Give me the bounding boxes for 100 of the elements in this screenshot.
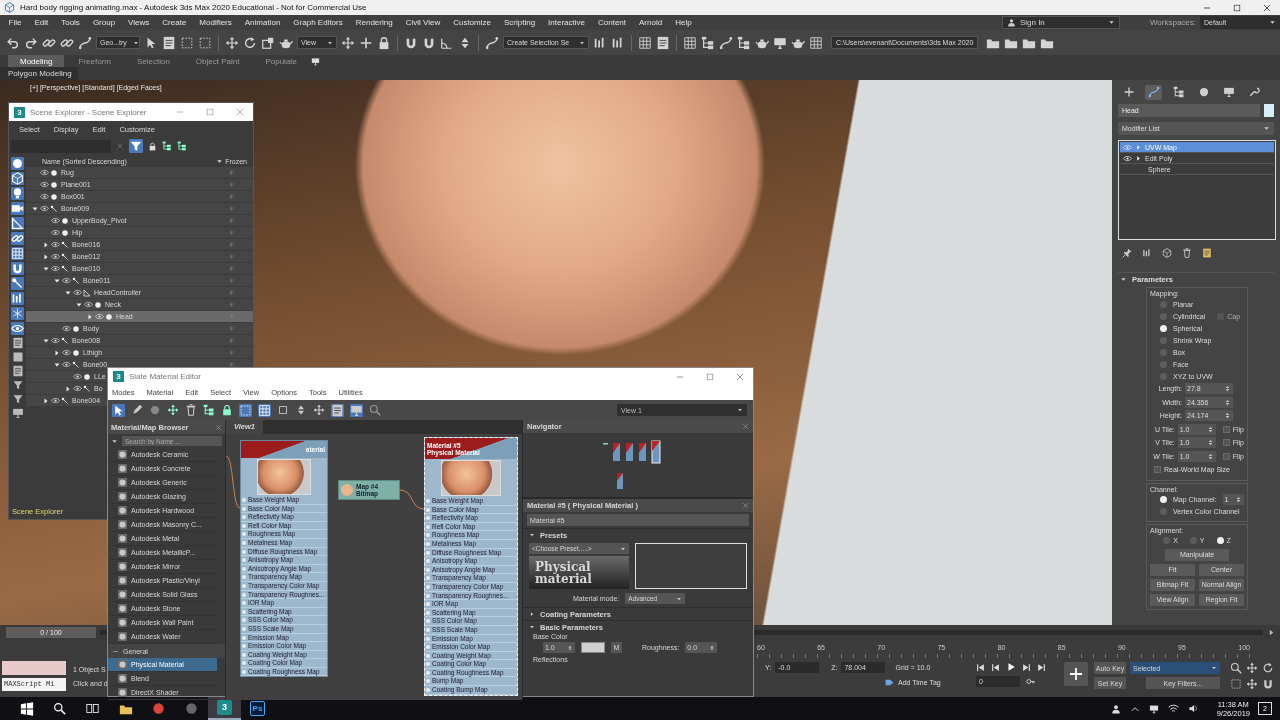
scale-icon[interactable]	[261, 35, 275, 50]
eye-icon[interactable]	[73, 288, 82, 297]
set-key-button[interactable]	[1064, 662, 1088, 686]
snowflake-icon[interactable]	[11, 307, 24, 320]
wifi-icon[interactable]	[1167, 703, 1179, 714]
rotate-icon[interactable]	[243, 35, 257, 50]
menu-item[interactable]: Graph Editors	[286, 18, 350, 27]
square-icon[interactable]	[1230, 678, 1242, 690]
checkbox[interactable]	[1222, 425, 1230, 433]
radio-button[interactable]	[1216, 537, 1224, 544]
triangle-right-icon[interactable]	[1267, 628, 1276, 637]
radio-button[interactable]	[1160, 348, 1167, 356]
bar-chart-icon[interactable]	[1142, 248, 1152, 258]
eye-icon[interactable]	[11, 322, 24, 335]
curve-icon[interactable]	[78, 35, 92, 50]
ribbon-tab[interactable]: Populate	[253, 55, 309, 67]
grid-icon[interactable]	[683, 35, 697, 50]
pin-icon[interactable]	[1122, 248, 1132, 258]
object-color-swatch[interactable]	[1264, 104, 1274, 117]
radio-button[interactable]	[1160, 300, 1167, 308]
monitor-icon[interactable]	[1148, 703, 1159, 714]
app-icon[interactable]: Ps	[250, 701, 265, 716]
circle-icon[interactable]	[151, 701, 166, 716]
lock-icon[interactable]	[221, 404, 233, 416]
funnel-icon[interactable]	[11, 393, 24, 405]
magnet-icon[interactable]	[1262, 678, 1274, 690]
color-swatch[interactable]	[581, 642, 605, 653]
bar-chart-icon[interactable]	[593, 35, 607, 50]
radio-button[interactable]	[1163, 537, 1171, 544]
eye-icon[interactable]	[84, 300, 93, 309]
trash-icon[interactable]	[1182, 248, 1192, 258]
lock-icon[interactable]	[377, 35, 391, 50]
eye-icon[interactable]	[51, 240, 60, 249]
dashed-square-icon[interactable]	[198, 35, 212, 50]
maximize-icon[interactable]	[1232, 2, 1242, 13]
eye-icon[interactable]	[73, 372, 82, 381]
ribbon-tab[interactable]: Modeling	[8, 55, 65, 67]
monitor-icon[interactable]	[773, 35, 787, 50]
chain-link-icon[interactable]	[11, 232, 24, 245]
menu-item[interactable]: Customize	[446, 18, 498, 27]
triangle-right-icon[interactable]	[42, 252, 50, 261]
eye-icon[interactable]	[40, 180, 49, 189]
triangle-right-icon[interactable]	[42, 240, 50, 249]
menu-item[interactable]: Scripting	[497, 18, 542, 27]
redo-icon[interactable]	[24, 35, 38, 50]
ribbon-tab[interactable]: Selection	[124, 55, 182, 67]
hierarchy-icon[interactable]	[737, 35, 751, 50]
checkbox[interactable]	[1222, 439, 1230, 447]
search-icon[interactable]	[53, 702, 66, 715]
eye-icon[interactable]	[62, 348, 71, 357]
menu-item[interactable]: Civil View	[399, 18, 447, 27]
hierarchy-icon[interactable]	[701, 35, 715, 50]
square-icon[interactable]	[239, 403, 252, 417]
square-icon[interactable]	[277, 404, 289, 416]
curve-icon[interactable]	[719, 35, 733, 50]
magnet-icon[interactable]	[11, 262, 24, 275]
checkbox[interactable]	[1222, 452, 1230, 460]
eye-icon[interactable]	[40, 168, 49, 177]
menu-item[interactable]: Animation	[238, 18, 287, 27]
menu-item[interactable]: Rendering	[349, 18, 400, 27]
eye-icon[interactable]	[62, 324, 71, 333]
move-icon[interactable]	[225, 35, 239, 50]
menu-item[interactable]: Arnold	[632, 18, 669, 27]
menu-item[interactable]: Edit	[27, 18, 55, 27]
list-icon[interactable]	[331, 403, 344, 417]
radio-button[interactable]	[1160, 360, 1167, 368]
preset-list[interactable]	[635, 543, 747, 589]
hierarchy-icon[interactable]	[203, 404, 215, 416]
menu-item[interactable]: Interactive	[541, 18, 592, 27]
curve-icon[interactable]	[485, 35, 499, 50]
sign-in-dropdown[interactable]: Sign In	[1001, 16, 1120, 29]
list-icon[interactable]	[1202, 248, 1212, 258]
checkbox[interactable]	[1154, 466, 1161, 474]
go-to-end-icon[interactable]	[1037, 662, 1046, 672]
undo-icon[interactable]	[6, 35, 20, 50]
lock-icon[interactable]	[148, 141, 157, 151]
menu-item[interactable]: File	[2, 18, 28, 27]
list-icon[interactable]	[11, 337, 24, 349]
menu-item[interactable]: Group	[86, 18, 122, 27]
eye-icon[interactable]	[51, 264, 60, 273]
eye-icon[interactable]	[40, 192, 49, 201]
camera-icon[interactable]	[11, 202, 24, 215]
menu-item[interactable]: Content	[591, 18, 633, 27]
menu-item[interactable]: Modifiers	[192, 18, 239, 27]
radio-button[interactable]	[1160, 312, 1167, 320]
move-icon[interactable]	[167, 404, 179, 416]
circle-icon[interactable]	[11, 157, 24, 170]
go-to-start-icon[interactable]	[976, 662, 985, 672]
list-icon[interactable]	[656, 35, 670, 50]
rotate-icon[interactable]	[1262, 662, 1274, 674]
previous-frame-icon[interactable]	[991, 662, 1000, 672]
hierarchy-icon[interactable]	[162, 141, 172, 151]
dashed-square-icon[interactable]	[180, 35, 194, 50]
menu-item[interactable]: Help	[668, 18, 699, 27]
eye-icon[interactable]	[51, 228, 60, 237]
eye-icon[interactable]	[51, 252, 60, 261]
triangle-right-icon[interactable]	[86, 312, 94, 321]
play-icon[interactable]	[1006, 662, 1016, 672]
circle-icon[interactable]	[184, 701, 199, 716]
bar-chart-icon[interactable]	[11, 292, 24, 305]
